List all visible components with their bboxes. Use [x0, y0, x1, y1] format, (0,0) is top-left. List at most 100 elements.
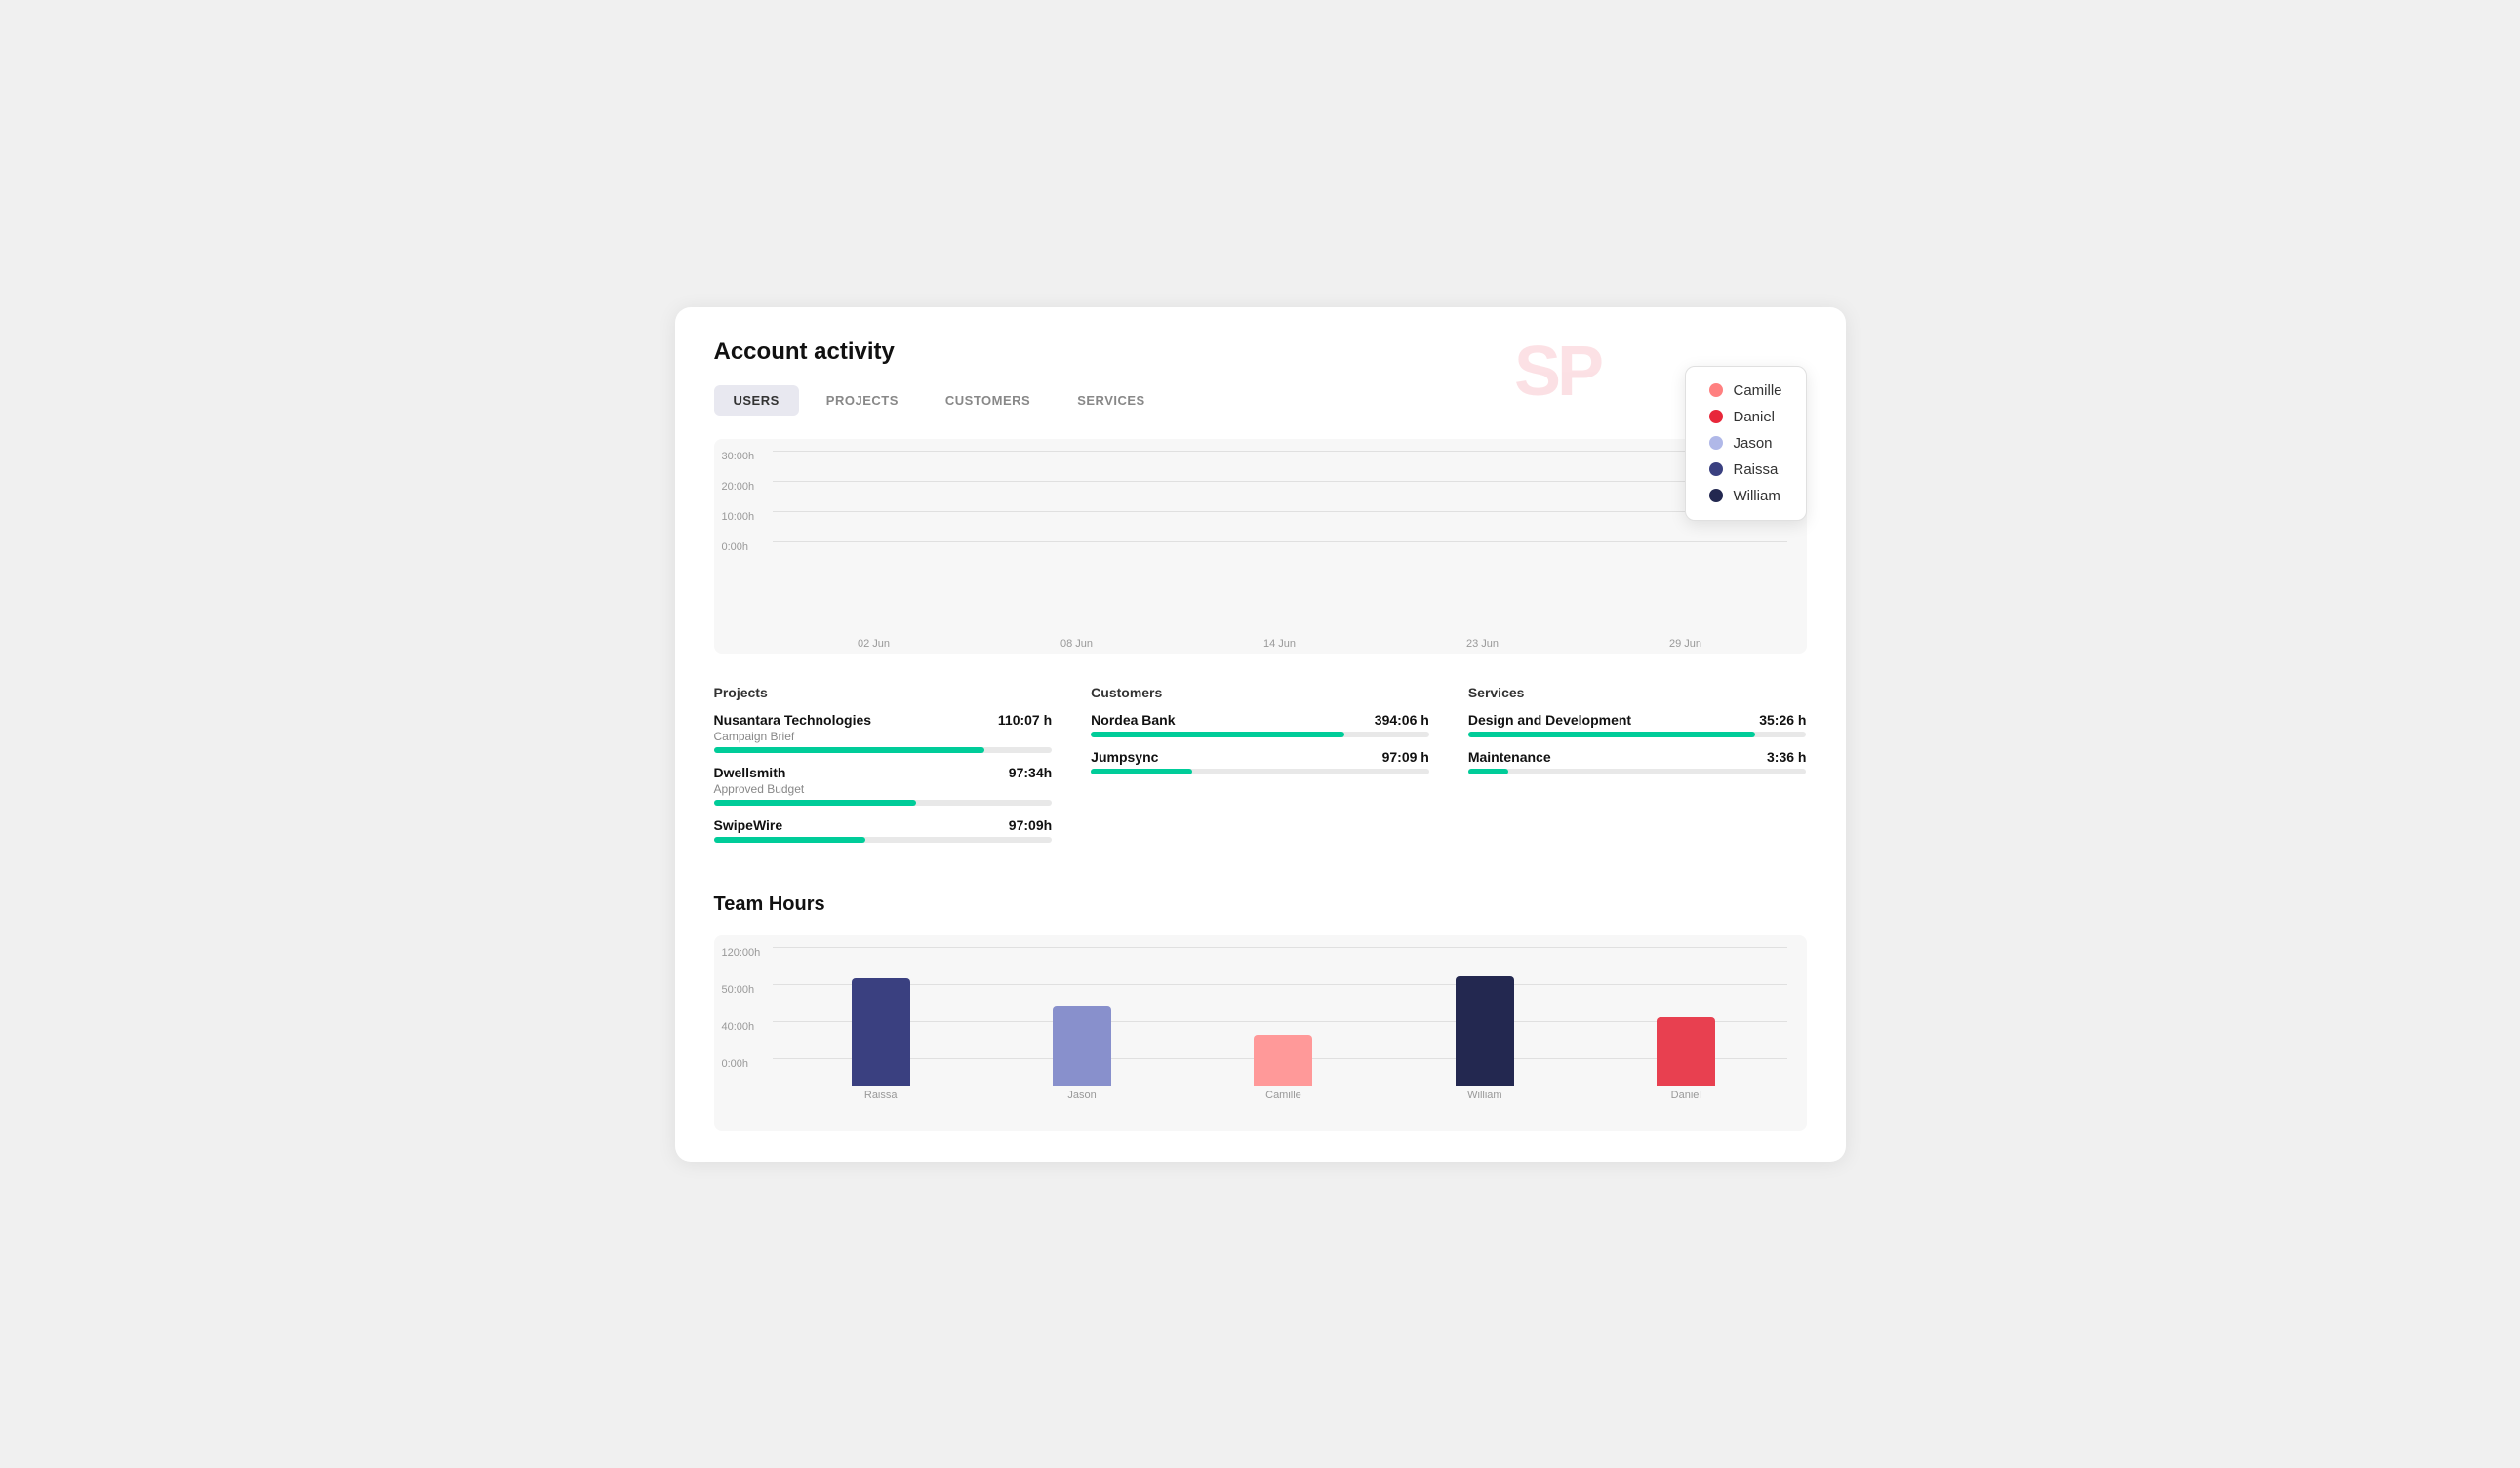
customers-title: Customers: [1091, 685, 1429, 700]
project-progress-fill-0: [714, 747, 984, 753]
team-y-label-120: 120:00h: [722, 947, 761, 959]
project-hours-0: 110:07 h: [998, 712, 1052, 728]
project-name-0: Nusantara Technologies: [714, 712, 872, 728]
project-name-1: Dwellsmith: [714, 765, 786, 780]
team-bars: Raissa Jason Camille William Daniel: [780, 951, 1787, 1101]
tab-services[interactable]: SERVICES: [1058, 385, 1165, 416]
project-sub-1: Approved Budget: [714, 782, 1053, 796]
project-hours-1: 97:34h: [1009, 765, 1052, 780]
legend-item-raissa: Raissa: [1709, 461, 1781, 478]
legend-label-william: William: [1733, 488, 1780, 504]
service-progress-fill-1: [1468, 769, 1509, 774]
team-bar-label-raissa: Raissa: [864, 1090, 898, 1101]
services-section: Services Design and Development 35:26 h …: [1468, 685, 1807, 854]
team-bar-fill-daniel: [1657, 1017, 1715, 1086]
customer-hours-1: 97:09 h: [1382, 749, 1429, 765]
project-progress-bg-1: [714, 800, 1053, 806]
legend-item-camille: Camille: [1709, 382, 1781, 399]
legend-box: Camille Daniel Jason Raissa William: [1685, 366, 1806, 521]
team-bar-fill-jason: [1053, 1006, 1111, 1086]
legend-dot-raissa: [1709, 462, 1723, 476]
customer-name-1: Jumpsync: [1091, 749, 1158, 765]
chart-y-label-20: 20:00h: [722, 481, 755, 493]
summary-row: Projects Nusantara Technologies 110:07 h…: [714, 685, 1807, 854]
team-bar-label-daniel: Daniel: [1671, 1090, 1701, 1101]
service-item-1: Maintenance 3:36 h: [1468, 749, 1807, 774]
customers-section: Customers Nordea Bank 394:06 h Jumpsync …: [1091, 685, 1429, 854]
customer-progress-fill-0: [1091, 732, 1344, 737]
team-y-label-0: 0:00h: [722, 1058, 749, 1070]
main-chart: 30:00h 20:00h 10:00h 0:00h: [714, 439, 1807, 654]
team-y-label-40: 40:00h: [722, 1021, 755, 1033]
project-progress-bg-0: [714, 747, 1053, 753]
service-name-0: Design and Development: [1468, 712, 1631, 728]
team-bar-camille: Camille: [1254, 1035, 1312, 1101]
project-progress-fill-1: [714, 800, 917, 806]
svg-text:SP: SP: [1514, 333, 1602, 405]
chart-x-label-23jun: 23 Jun: [1381, 638, 1584, 650]
services-title: Services: [1468, 685, 1807, 700]
legend-dot-jason: [1709, 436, 1723, 450]
team-bar-jason: Jason: [1053, 1006, 1111, 1101]
chart-y-label-30: 30:00h: [722, 451, 755, 462]
chart-y-label-10: 10:00h: [722, 511, 755, 523]
team-bar-fill-raissa: [852, 978, 910, 1086]
legend-label-jason: Jason: [1733, 435, 1772, 452]
team-bar-daniel: Daniel: [1657, 1017, 1715, 1101]
service-hours-1: 3:36 h: [1767, 749, 1806, 765]
chart-x-label-08jun: 08 Jun: [976, 638, 1179, 650]
project-item-0: Nusantara Technologies 110:07 h Campaign…: [714, 712, 1053, 753]
tab-users[interactable]: USERS: [714, 385, 799, 416]
project-progress-fill-2: [714, 837, 866, 843]
team-bar-label-william: William: [1467, 1090, 1501, 1101]
project-progress-bg-2: [714, 837, 1053, 843]
legend-label-camille: Camille: [1733, 382, 1781, 399]
project-item-2: SwipeWire 97:09h: [714, 817, 1053, 843]
project-sub-0: Campaign Brief: [714, 730, 1053, 743]
tab-projects[interactable]: PROJECTS: [807, 385, 918, 416]
project-item-1: Dwellsmith 97:34h Approved Budget: [714, 765, 1053, 806]
legend-item-daniel: Daniel: [1709, 409, 1781, 425]
legend-label-daniel: Daniel: [1733, 409, 1775, 425]
project-name-2: SwipeWire: [714, 817, 783, 833]
tab-customers[interactable]: CUSTOMERS: [926, 385, 1050, 416]
watermark-logo: SP: [1514, 327, 1670, 405]
legend-label-raissa: Raissa: [1733, 461, 1778, 478]
team-bar-label-jason: Jason: [1067, 1090, 1096, 1101]
team-hours-title: Team Hours: [714, 893, 1807, 916]
service-progress-bg-0: [1468, 732, 1807, 737]
customer-progress-bg-1: [1091, 769, 1429, 774]
projects-section: Projects Nusantara Technologies 110:07 h…: [714, 685, 1053, 854]
customer-item-1: Jumpsync 97:09 h: [1091, 749, 1429, 774]
chart-x-label-14jun: 14 Jun: [1179, 638, 1381, 650]
chart-bars-area: [773, 451, 1787, 626]
customer-hours-0: 394:06 h: [1375, 712, 1429, 728]
legend-item-william: William: [1709, 488, 1781, 504]
customer-progress-fill-1: [1091, 769, 1192, 774]
project-hours-2: 97:09h: [1009, 817, 1052, 833]
customer-progress-bg-0: [1091, 732, 1429, 737]
team-hours-chart: 120:00h 50:00h 40:00h 0:00h Raissa Jason…: [714, 935, 1807, 1131]
team-bar-fill-william: [1456, 976, 1514, 1086]
team-bar-label-camille: Camille: [1265, 1090, 1301, 1101]
projects-title: Projects: [714, 685, 1053, 700]
service-name-1: Maintenance: [1468, 749, 1551, 765]
team-bar-william: William: [1456, 976, 1514, 1101]
chart-x-labels: 02 Jun 08 Jun 14 Jun 23 Jun 29 Jun: [773, 638, 1787, 650]
service-progress-fill-0: [1468, 732, 1756, 737]
legend-dot-william: [1709, 489, 1723, 502]
team-bar-fill-camille: [1254, 1035, 1312, 1086]
chart-y-label-0: 0:00h: [722, 541, 749, 553]
team-bar-raissa: Raissa: [852, 978, 910, 1101]
customer-item-0: Nordea Bank 394:06 h: [1091, 712, 1429, 737]
chart-x-label-02jun: 02 Jun: [773, 638, 976, 650]
legend-dot-daniel: [1709, 410, 1723, 423]
legend-item-jason: Jason: [1709, 435, 1781, 452]
customer-name-0: Nordea Bank: [1091, 712, 1175, 728]
service-progress-bg-1: [1468, 769, 1807, 774]
service-item-0: Design and Development 35:26 h: [1468, 712, 1807, 737]
legend-dot-camille: [1709, 383, 1723, 397]
main-card: SP Account activity USERS PROJECTS CUSTO…: [675, 307, 1846, 1162]
service-hours-0: 35:26 h: [1759, 712, 1806, 728]
team-y-label-50: 50:00h: [722, 984, 755, 996]
